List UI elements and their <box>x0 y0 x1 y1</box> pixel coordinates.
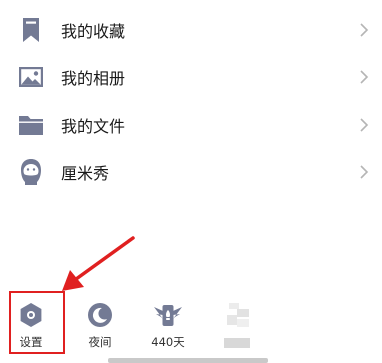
drawer-panel: 我的收藏 我的相册 我的文件 厘米秀 设置 夜间 440天 <box>0 0 382 363</box>
days-label: 440天 <box>151 335 185 349</box>
blurred-label <box>224 338 250 348</box>
winged-badge-icon <box>153 300 183 330</box>
moon-icon <box>85 300 115 330</box>
night-mode-button[interactable]: 夜间 <box>74 296 126 354</box>
highlight-box <box>9 291 65 354</box>
days-badge-button[interactable]: 440天 <box>142 296 194 354</box>
blurred-item[interactable] <box>211 296 263 354</box>
night-mode-label: 夜间 <box>88 335 112 349</box>
blurred-icon <box>222 300 252 330</box>
home-indicator <box>108 358 268 363</box>
